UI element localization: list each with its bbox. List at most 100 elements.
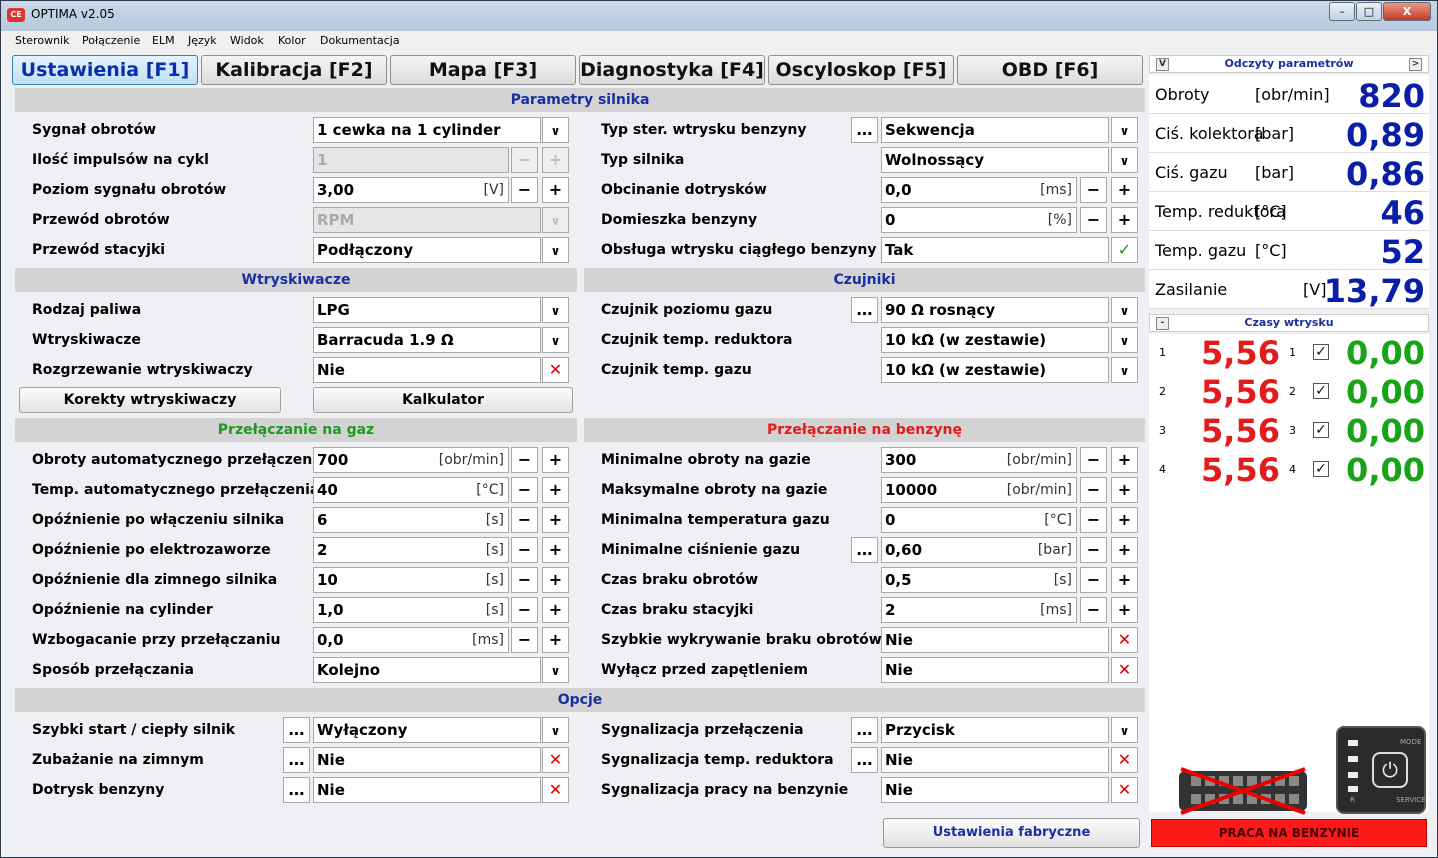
chevron-down-icon[interactable]: ∨ <box>542 717 569 743</box>
chevron-down-icon[interactable]: ∨ <box>542 657 569 683</box>
menu-sterownik[interactable]: Sterownik <box>15 34 69 47</box>
more-button[interactable]: … <box>283 777 310 803</box>
minus-button[interactable]: − <box>1080 507 1107 533</box>
switch-signal-select[interactable]: Przycisk <box>881 717 1109 743</box>
gas-switch-field[interactable]: 700 [obr/min] <box>313 447 509 473</box>
gas-temp-sensor-select[interactable]: 10 kΩ (w zestawie) <box>881 357 1109 383</box>
gas-switch-field[interactable]: 0,0 [ms] <box>313 627 509 653</box>
minus-button[interactable]: − <box>511 627 538 653</box>
gas-switch-select[interactable]: Kolejno <box>313 657 541 683</box>
check-icon[interactable]: ✓ <box>1111 237 1138 263</box>
cylinder-checkbox[interactable]: ✓ <box>1313 422 1329 438</box>
more-button[interactable]: … <box>851 717 878 743</box>
minus-button[interactable]: − <box>511 567 538 593</box>
tab-obd[interactable]: OBD [F6] <box>957 55 1143 85</box>
minus-button[interactable]: − <box>511 507 538 533</box>
minus-button[interactable]: − <box>1080 597 1107 623</box>
plus-button[interactable]: + <box>542 477 569 503</box>
more-button[interactable]: … <box>283 747 310 773</box>
petrol-switch-field[interactable]: 10000 [obr/min] <box>881 477 1077 503</box>
petrol-switch-field[interactable]: 0,60 [bar] <box>881 537 1077 563</box>
petrol-admixture-field[interactable]: 0 [%] <box>881 207 1077 233</box>
x-icon[interactable]: ✕ <box>1111 627 1138 653</box>
menu-polaczenie[interactable]: Połączenie <box>82 34 140 47</box>
more-button[interactable]: … <box>851 117 878 143</box>
minus-button[interactable]: − <box>1080 537 1107 563</box>
minus-button[interactable]: − <box>511 537 538 563</box>
cylinder-checkbox[interactable]: ✓ <box>1313 344 1329 360</box>
collapse-icon[interactable]: V <box>1156 58 1169 71</box>
x-icon[interactable]: ✕ <box>542 357 569 383</box>
minus-button[interactable]: − <box>1080 207 1107 233</box>
more-button[interactable]: … <box>851 537 878 563</box>
chevron-down-icon[interactable]: ∨ <box>542 117 569 143</box>
calculator-button[interactable]: Kalkulator <box>313 387 573 413</box>
menu-kolor[interactable]: Kolor <box>278 34 306 47</box>
collapse-icon[interactable]: - <box>1156 317 1169 330</box>
plus-button[interactable]: + <box>1111 597 1138 623</box>
x-icon[interactable]: ✕ <box>1111 777 1138 803</box>
chevron-down-icon[interactable]: ∨ <box>1111 357 1138 383</box>
tab-kalibracja[interactable]: Kalibracja [F2] <box>201 55 387 85</box>
factory-settings-button[interactable]: Ustawienia fabryczne <box>883 818 1140 848</box>
close-button[interactable]: X <box>1383 2 1431 21</box>
cylinder-checkbox[interactable]: ✓ <box>1313 383 1329 399</box>
petrol-additional-field[interactable]: Nie <box>313 777 541 803</box>
reducer-temp-sensor-select[interactable]: 10 kΩ (w zestawie) <box>881 327 1109 353</box>
chevron-down-icon[interactable]: ∨ <box>1111 297 1138 323</box>
plus-button[interactable]: + <box>1111 537 1138 563</box>
injector-corrections-button[interactable]: Korekty wtryskiwaczy <box>19 387 281 413</box>
x-icon[interactable]: ✕ <box>1111 747 1138 773</box>
menu-dokumentacja[interactable]: Dokumentacja <box>320 34 400 47</box>
expand-icon[interactable]: > <box>1409 58 1422 71</box>
chevron-down-icon[interactable]: ∨ <box>1111 147 1138 173</box>
x-icon[interactable]: ✕ <box>542 747 569 773</box>
x-icon[interactable]: ✕ <box>1111 657 1138 683</box>
plus-button[interactable]: + <box>1111 567 1138 593</box>
fuel-type-select[interactable]: LPG <box>313 297 541 323</box>
quick-start-select[interactable]: Wyłączony <box>313 717 541 743</box>
ignition-wire-select[interactable]: Podłączony <box>313 237 541 263</box>
rpm-signal-select[interactable]: 1 cewka na 1 cylinder <box>313 117 541 143</box>
injectors-select[interactable]: Barracuda 1.9 Ω <box>313 327 541 353</box>
chevron-down-icon[interactable]: ∨ <box>542 297 569 323</box>
minus-button[interactable]: − <box>1080 177 1107 203</box>
plus-button[interactable]: + <box>542 177 569 203</box>
tab-mapa[interactable]: Mapa [F3] <box>390 55 576 85</box>
menu-jezyk[interactable]: Język <box>188 34 217 47</box>
plus-button[interactable]: + <box>542 537 569 563</box>
minus-button[interactable]: − <box>511 597 538 623</box>
injector-heating-field[interactable]: Nie <box>313 357 541 383</box>
petrol-switch-field[interactable]: 0 [°C] <box>881 507 1077 533</box>
menu-elm[interactable]: ELM <box>152 34 175 47</box>
chevron-down-icon[interactable]: ∨ <box>1111 117 1138 143</box>
menu-widok[interactable]: Widok <box>230 34 264 47</box>
reducer-temp-signal-field[interactable]: Nie <box>881 747 1109 773</box>
minus-button[interactable]: − <box>1080 447 1107 473</box>
plus-button[interactable]: + <box>1111 177 1138 203</box>
minus-button[interactable]: − <box>1080 477 1107 503</box>
plus-button[interactable]: + <box>542 507 569 533</box>
minimize-button[interactable]: – <box>1329 2 1355 21</box>
cutoff-field[interactable]: 0,0 [ms] <box>881 177 1077 203</box>
cold-lean-field[interactable]: Nie <box>313 747 541 773</box>
x-icon[interactable]: ✕ <box>542 777 569 803</box>
plus-button[interactable]: + <box>1111 207 1138 233</box>
petrol-switch-field[interactable]: 2 [ms] <box>881 597 1077 623</box>
plus-button[interactable]: + <box>1111 447 1138 473</box>
gas-switch-field[interactable]: 6 [s] <box>313 507 509 533</box>
maximize-button[interactable]: □ <box>1356 2 1382 21</box>
plus-button[interactable]: + <box>542 627 569 653</box>
petrol-switch-field[interactable]: 300 [obr/min] <box>881 447 1077 473</box>
petrol-injection-select[interactable]: Sekwencja <box>881 117 1109 143</box>
tab-diagnostyka[interactable]: Diagnostyka [F4] <box>579 55 765 85</box>
petrol-switch-field[interactable]: Nie <box>881 627 1109 653</box>
plus-button[interactable]: + <box>1111 477 1138 503</box>
petrol-switch-field[interactable]: 0,5 [s] <box>881 567 1077 593</box>
gas-switch-field[interactable]: 10 [s] <box>313 567 509 593</box>
tab-oscyloskop[interactable]: Oscyloskop [F5] <box>768 55 954 85</box>
more-button[interactable]: … <box>851 297 878 323</box>
gas-switch-field[interactable]: 2 [s] <box>313 537 509 563</box>
chevron-down-icon[interactable]: ∨ <box>1111 717 1138 743</box>
chevron-down-icon[interactable]: ∨ <box>542 237 569 263</box>
